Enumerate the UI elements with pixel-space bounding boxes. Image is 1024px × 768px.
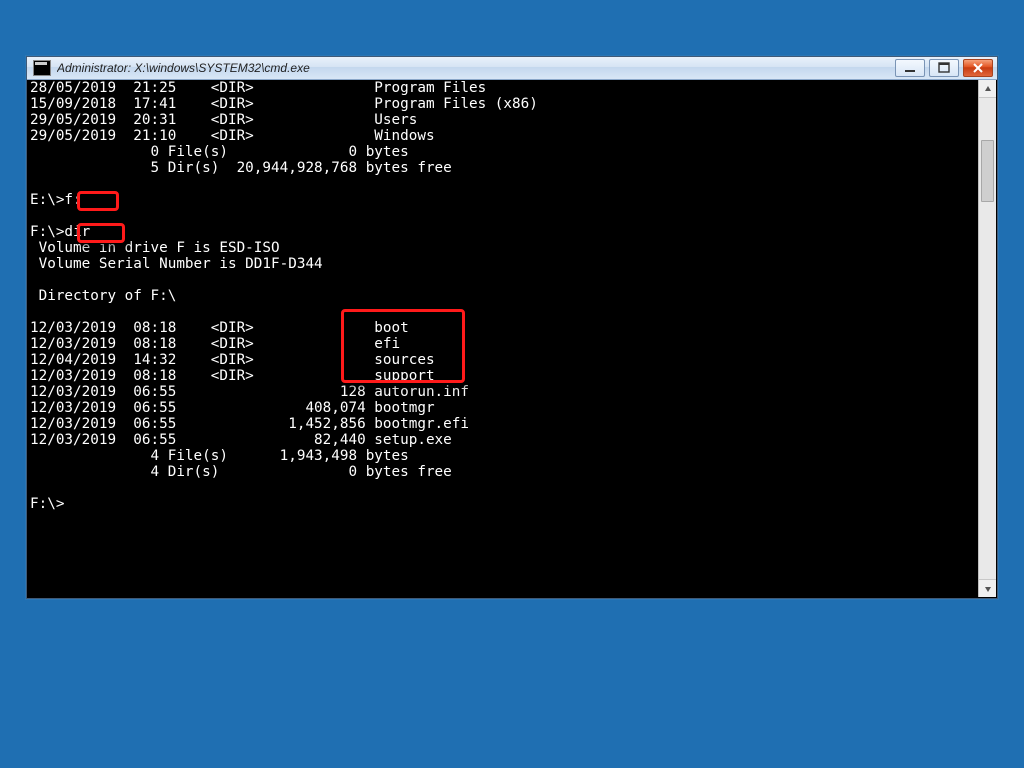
- titlebar[interactable]: Administrator: X:\windows\SYSTEM32\cmd.e…: [27, 57, 997, 80]
- vertical-scrollbar[interactable]: [978, 80, 996, 597]
- window-controls: [895, 59, 993, 77]
- scroll-down-button[interactable]: [979, 579, 996, 597]
- window-title: Administrator: X:\windows\SYSTEM32\cmd.e…: [57, 61, 895, 75]
- scroll-thumb[interactable]: [981, 140, 994, 202]
- close-button[interactable]: [963, 59, 993, 77]
- maximize-button[interactable]: [929, 59, 959, 77]
- cmd-icon: [33, 60, 51, 76]
- minimize-button[interactable]: [895, 59, 925, 77]
- cmd-window: Administrator: X:\windows\SYSTEM32\cmd.e…: [26, 56, 998, 599]
- console-output[interactable]: 28/05/2019 21:25 <DIR> Program Files 15/…: [28, 80, 978, 597]
- scroll-up-button[interactable]: [979, 80, 996, 98]
- console-area: 28/05/2019 21:25 <DIR> Program Files 15/…: [28, 80, 996, 597]
